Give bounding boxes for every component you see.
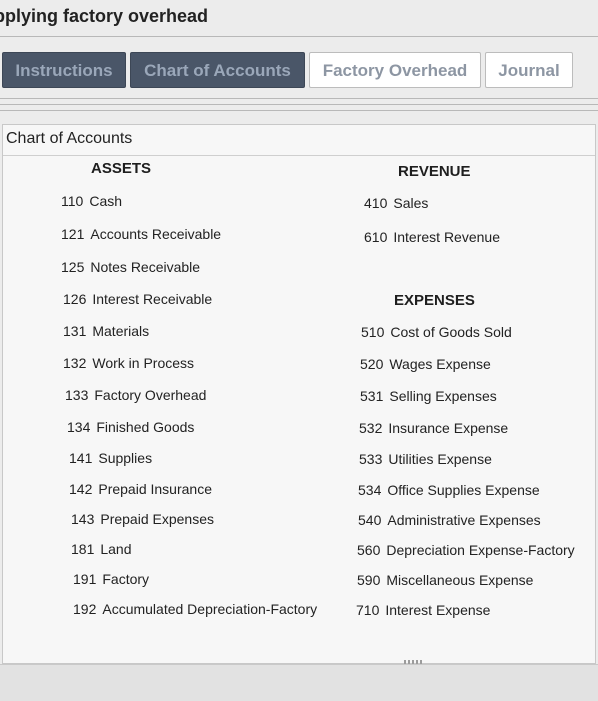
title-divider [0, 36, 598, 37]
account-name: Work in Process [92, 355, 195, 371]
account-name: Wages Expense [389, 356, 491, 372]
account-number: 191 [73, 571, 97, 587]
account-name: Accounts Receivable [90, 226, 222, 242]
account-name: Factory [102, 571, 150, 587]
account-number: 181 [71, 541, 95, 557]
account-number: 143 [71, 511, 95, 527]
account-name: Miscellaneous Expense [386, 572, 534, 588]
account-name: Cash [89, 193, 123, 209]
account-name: Insurance Expense [388, 420, 509, 436]
account-name: Depreciation Expense-Factory [386, 542, 575, 558]
account-name: Interest Expense [385, 602, 491, 618]
account-name: Selling Expenses [389, 388, 497, 404]
account-number: 560 [357, 542, 381, 558]
account-name: Supplies [98, 450, 153, 466]
assets-account-row: 133 Factory Overhead [65, 387, 206, 403]
account-number: 710 [356, 602, 380, 618]
account-number: 142 [69, 481, 93, 497]
account-number: 590 [357, 572, 381, 588]
tab-divider [0, 98, 598, 99]
tab-divider-2 [0, 104, 598, 105]
assets-account-row: 191 Factory [73, 571, 149, 587]
account-name: Notes Receivable [90, 259, 201, 275]
page-title: pplying factory overhead [0, 6, 209, 26]
assets-account-row: 181 Land [71, 541, 132, 557]
expenses-heading: EXPENSES [394, 292, 475, 309]
tab-chart-of-accounts[interactable]: Chart of Accounts [130, 52, 305, 88]
account-name: Interest Revenue [393, 229, 500, 245]
account-number: 531 [360, 388, 384, 404]
account-name: Factory Overhead [94, 387, 207, 403]
account-name: Prepaid Expenses [100, 511, 214, 527]
expenses-account-row: 540 Administrative Expenses [358, 512, 541, 528]
expenses-account-row: 510 Cost of Goods Sold [361, 324, 512, 340]
expenses-account-row: 710 Interest Expense [356, 602, 490, 618]
assets-account-row: 132 Work in Process [63, 355, 194, 371]
bottom-strip [0, 664, 598, 701]
assets-account-row: 134 Finished Goods [67, 419, 194, 435]
expenses-account-row: 533 Utilities Expense [359, 451, 492, 467]
assets-account-row: 121 Accounts Receivable [61, 226, 221, 242]
assets-account-row: 125 Notes Receivable [61, 259, 200, 275]
account-number: 131 [63, 323, 87, 339]
assets-account-row: 126 Interest Receivable [63, 291, 212, 307]
account-name: Finished Goods [96, 419, 195, 435]
tab-journal[interactable]: Journal [485, 52, 573, 88]
assets-heading: ASSETS [91, 160, 152, 177]
account-number: 192 [73, 601, 97, 617]
account-number: 510 [361, 324, 385, 340]
tab-instructions[interactable]: Instructions [2, 52, 126, 88]
tab-bar: Instructions Chart of Accounts Factory O… [2, 52, 598, 92]
account-name: Utilities Expense [388, 451, 492, 467]
account-number: 125 [61, 259, 85, 275]
account-number: 133 [65, 387, 89, 403]
account-number: 410 [364, 195, 388, 211]
account-name: Accumulated Depreciation-Factory [102, 601, 318, 617]
account-number: 121 [61, 226, 85, 242]
expenses-account-row: 520 Wages Expense [360, 356, 491, 372]
tab-factory-overhead[interactable]: Factory Overhead [309, 52, 481, 88]
revenue-heading: REVENUE [398, 163, 471, 180]
account-number: 540 [358, 512, 382, 528]
revenue-account-row: 410 Sales [364, 195, 428, 211]
account-number: 534 [358, 482, 382, 498]
assets-account-row: 141 Supplies [69, 450, 152, 466]
expenses-account-row: 534 Office Supplies Expense [358, 482, 540, 498]
account-name: Cost of Goods Sold [390, 324, 512, 340]
account-number: 110 [61, 193, 84, 209]
account-number: 610 [364, 229, 388, 245]
account-number: 533 [359, 451, 383, 467]
panel-heading: Chart of Accounts [3, 125, 595, 156]
account-name: Sales [393, 195, 429, 211]
tab-divider-3 [0, 110, 598, 111]
account-name: Materials [92, 323, 150, 339]
account-number: 134 [67, 419, 91, 435]
expenses-account-row: 560 Depreciation Expense-Factory [357, 542, 575, 558]
assets-account-row: 110 Cash [61, 193, 122, 209]
assets-account-row: 142 Prepaid Insurance [69, 481, 212, 497]
revenue-account-row: 610 Interest Revenue [364, 229, 500, 245]
expenses-account-row: 590 Miscellaneous Expense [357, 572, 533, 588]
account-number: 126 [63, 291, 87, 307]
account-number: 520 [360, 356, 384, 372]
account-number: 532 [359, 420, 383, 436]
account-name: Interest Receivable [92, 291, 213, 307]
assets-account-row: 143 Prepaid Expenses [71, 511, 214, 527]
expenses-account-row: 532 Insurance Expense [359, 420, 508, 436]
assets-account-row: 131 Materials [63, 323, 149, 339]
expenses-account-row: 531 Selling Expenses [360, 388, 497, 404]
account-name: Prepaid Insurance [98, 481, 212, 497]
account-number: 141 [69, 450, 93, 466]
chart-of-accounts-panel: Chart of Accounts ASSETS REVENUE EXPENSE… [2, 124, 596, 664]
assets-account-row: 192 Accumulated Depreciation-Factory [73, 601, 317, 617]
account-name: Land [100, 541, 132, 557]
account-name: Administrative Expenses [387, 512, 541, 528]
account-number: 132 [63, 355, 87, 371]
account-name: Office Supplies Expense [387, 482, 540, 498]
